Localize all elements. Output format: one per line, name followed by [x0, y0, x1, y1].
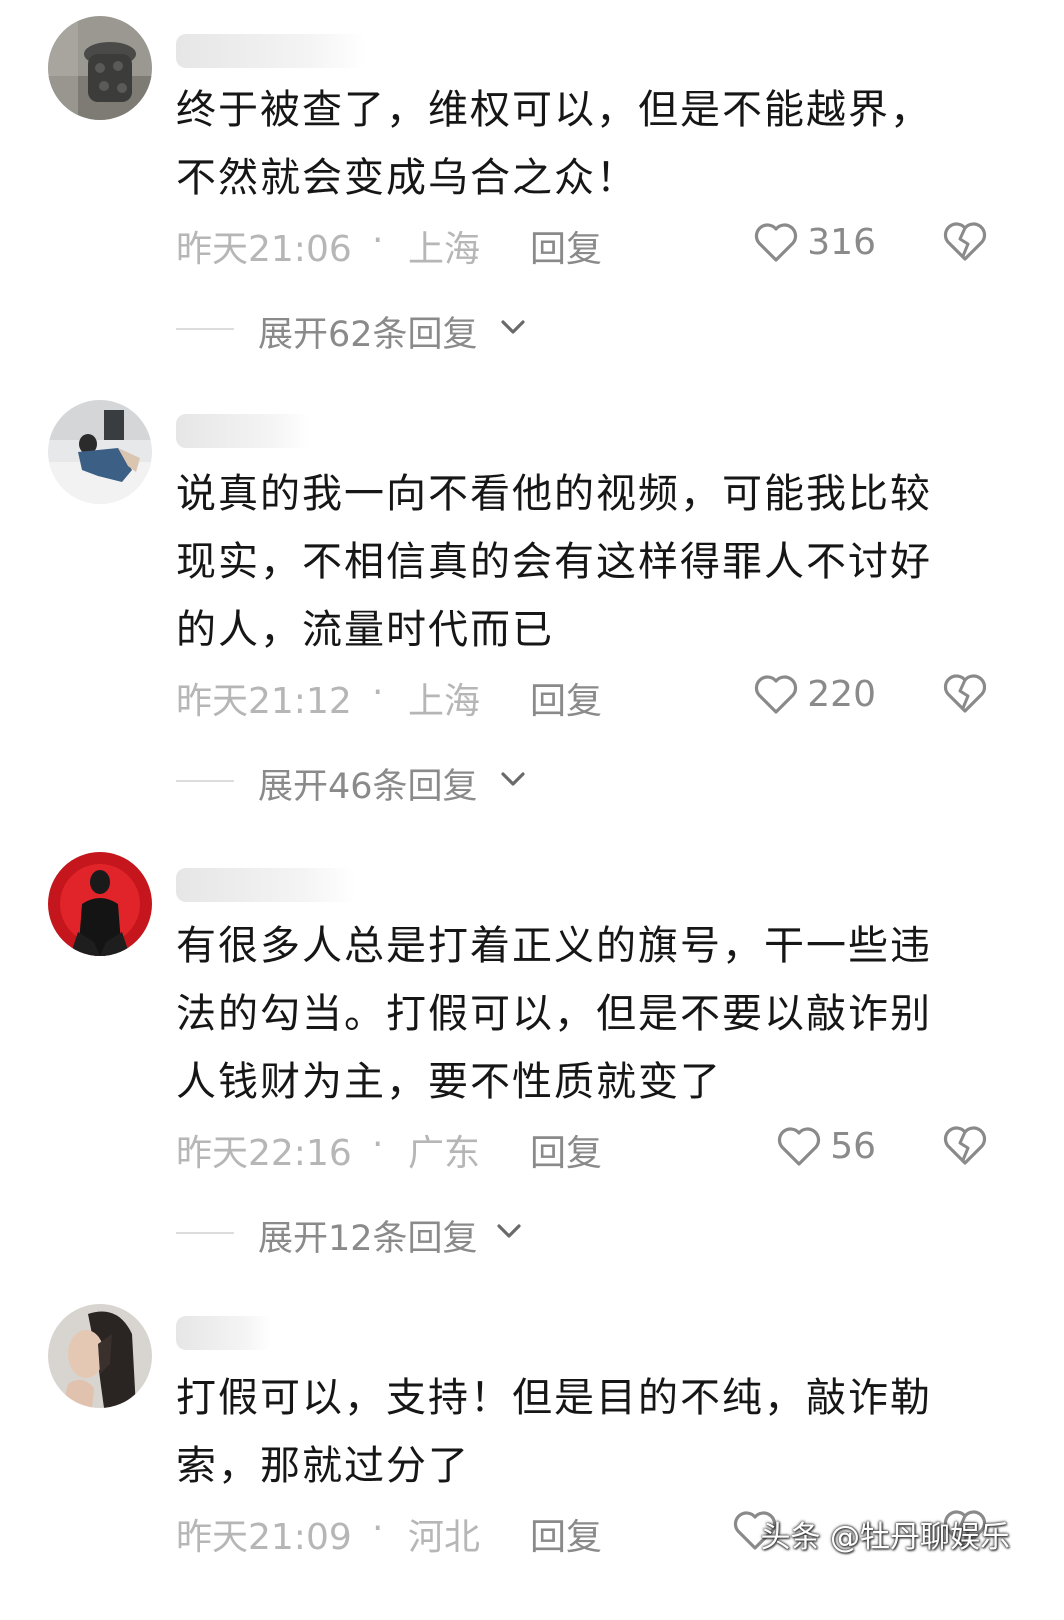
comment-meta: 昨天21:12 · 上海 回复 220 — [176, 666, 1006, 722]
expand-replies-label: 展开12条回复 — [258, 1219, 478, 1259]
divider-line — [176, 1232, 234, 1234]
like-count: 220 — [807, 673, 876, 715]
meta-separator: · — [372, 672, 384, 713]
avatar-image — [48, 1304, 152, 1408]
comment-text-line: 法的勾当。打假可以，但是不要以敲诈别 — [176, 991, 932, 1037]
heart-outline-icon — [755, 675, 798, 714]
comment-text-line: 有很多人总是打着正义的旗号，干一些违 — [176, 923, 932, 969]
reply-button[interactable]: 回复 — [530, 1508, 602, 1560]
divider-line — [176, 328, 234, 330]
expand-replies-button[interactable]: 展开12条回复 — [176, 1208, 576, 1259]
expand-replies-button[interactable]: 展开62条回复 — [176, 304, 576, 355]
comment-location: 广东 — [408, 1133, 481, 1174]
comment-text-line: 不然就会变成乌合之众！ — [176, 155, 638, 201]
broken-heart-icon[interactable] — [942, 1124, 988, 1166]
comment-text: 说真的我一向不看他的视频，可能我比较 现实，不相信真的会有这样得罪人不讨好 的人… — [176, 460, 1006, 664]
comment-time: 昨天21:09 — [176, 1517, 352, 1558]
avatar-image — [48, 400, 152, 504]
meta-separator: · — [372, 1124, 384, 1165]
comment-location: 河北 — [408, 1517, 481, 1558]
reply-button[interactable]: 回复 — [530, 672, 602, 724]
avatar-image — [48, 16, 152, 120]
expand-replies-label: 展开62条回复 — [258, 315, 478, 355]
like-button[interactable]: 56 — [776, 1118, 876, 1174]
username-blurred[interactable] — [176, 868, 356, 902]
watermark: 头条 @牡丹聊娱乐 — [760, 1520, 1010, 1555]
comment-location: 上海 — [408, 229, 481, 270]
reply-button[interactable]: 回复 — [530, 220, 602, 272]
username-blurred[interactable] — [176, 414, 310, 448]
comment-meta: 昨天21:06 · 上海 回复 316 — [176, 214, 1006, 270]
expand-replies-label: 展开46条回复 — [258, 767, 478, 807]
like-count: 316 — [807, 221, 876, 263]
comment-text: 终于被查了，维权可以，但是不能越界， 不然就会变成乌合之众！ — [176, 76, 1006, 212]
comment-text-line: 说真的我一向不看他的视频，可能我比较 — [176, 471, 932, 517]
chevron-down-icon — [497, 1224, 521, 1238]
avatar[interactable] — [48, 400, 152, 504]
comment-text-line: 打假可以，支持！但是目的不纯，敲诈勒 — [176, 1375, 932, 1421]
comment-text-line: 现实，不相信真的会有这样得罪人不讨好 — [176, 539, 932, 585]
like-button[interactable]: 220 — [753, 666, 876, 722]
meta-separator: · — [372, 1508, 384, 1549]
comment-time: 昨天21:06 — [176, 229, 352, 270]
avatar[interactable] — [48, 16, 152, 120]
reply-button[interactable]: 回复 — [530, 1124, 602, 1176]
avatar[interactable] — [48, 1304, 152, 1408]
comment-text-line: 的人，流量时代而已 — [176, 607, 554, 653]
avatar[interactable] — [48, 852, 152, 956]
comment-text-line: 终于被查了，维权可以，但是不能越界， — [176, 87, 932, 133]
comment-text-line: 索，那就过分了 — [176, 1443, 470, 1489]
meta-separator: · — [372, 220, 384, 261]
like-button[interactable]: 316 — [753, 214, 876, 270]
chevron-down-icon — [501, 320, 525, 334]
expand-replies-button[interactable]: 展开46条回复 — [176, 756, 576, 807]
comment-list: 终于被查了，维权可以，但是不能越界， 不然就会变成乌合之众！ 昨天21:06 ·… — [0, 0, 1064, 1620]
like-count: 56 — [830, 1125, 876, 1167]
broken-heart-icon[interactable] — [942, 672, 988, 714]
heart-outline-icon — [755, 223, 798, 262]
divider-line — [176, 780, 234, 782]
username-blurred[interactable] — [176, 1316, 272, 1350]
comment-time: 昨天21:12 — [176, 681, 352, 722]
avatar-image — [48, 852, 152, 956]
comment-meta: 昨天22:16 · 广东 回复 56 — [176, 1118, 1006, 1174]
comment-location: 上海 — [408, 681, 481, 722]
chevron-down-icon — [501, 772, 525, 786]
comment-text: 有很多人总是打着正义的旗号，干一些违 法的勾当。打假可以，但是不要以敲诈别 人钱… — [176, 912, 1006, 1116]
comment-text-line: 人钱财为主，要不性质就变了 — [176, 1059, 722, 1105]
comment-text: 打假可以，支持！但是目的不纯，敲诈勒 索，那就过分了 — [176, 1364, 1006, 1500]
broken-heart-icon[interactable] — [942, 220, 988, 262]
comment-time: 昨天22:16 — [176, 1133, 352, 1174]
heart-outline-icon — [778, 1127, 821, 1166]
username-blurred[interactable] — [176, 34, 366, 68]
